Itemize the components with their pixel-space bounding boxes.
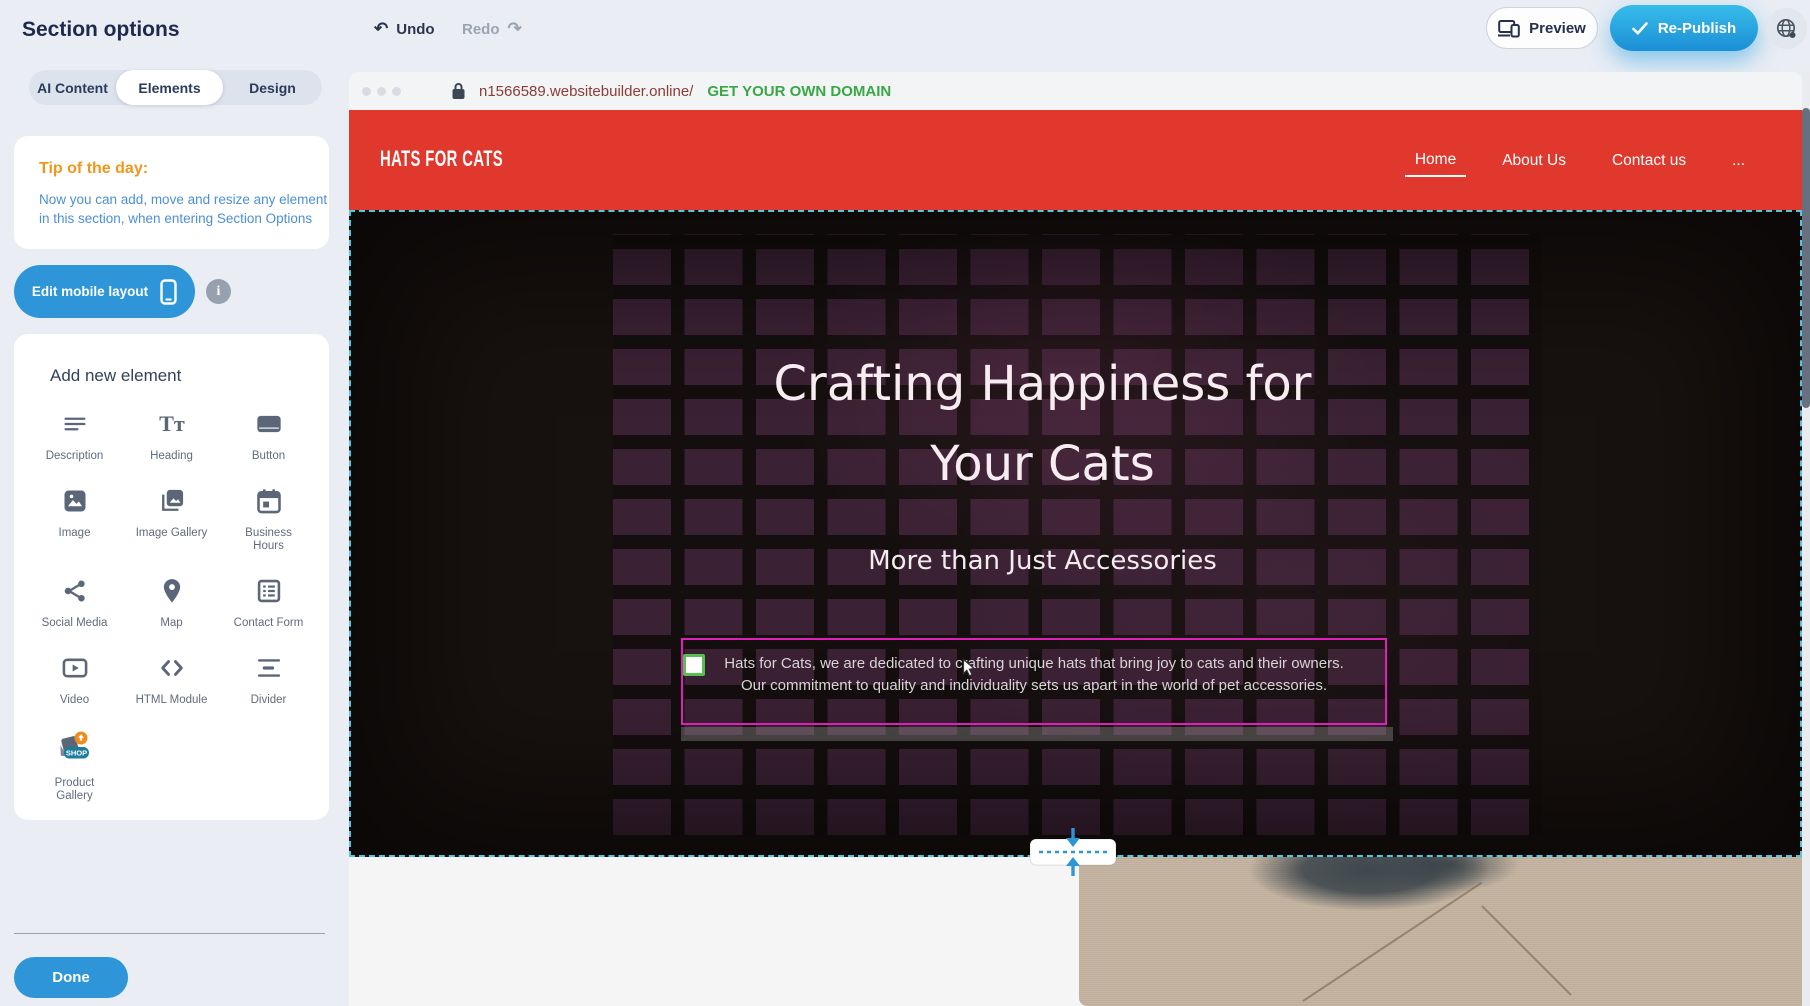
element-shadow-strip	[681, 727, 1393, 741]
selected-paragraph-element[interactable]: Hats for Cats, we are dedicated to craft…	[681, 638, 1387, 725]
add-element-description[interactable]: Description	[28, 410, 121, 463]
add-element-heading-el[interactable]: Tт Heading	[125, 410, 218, 463]
language-globe-button[interactable]	[1766, 8, 1807, 49]
divider-icon	[255, 654, 283, 687]
add-element-divider[interactable]: Divider	[222, 654, 315, 707]
add-element-button[interactable]: Button	[222, 410, 315, 463]
panel-tabs: AI Content Elements Design	[29, 70, 322, 105]
svg-text:Tт: Tт	[159, 411, 185, 436]
nav-home[interactable]: Home	[1405, 143, 1466, 177]
window-dot	[392, 87, 401, 96]
next-section	[349, 857, 1802, 1006]
description-icon	[61, 410, 89, 443]
check-icon	[1632, 22, 1648, 35]
hero-tile-background	[613, 234, 1542, 835]
preview-button-label: Preview	[1529, 20, 1586, 37]
tip-of-the-day-card: Tip of the day: Now you can add, move an…	[14, 136, 329, 249]
add-element-html-module[interactable]: HTML Module	[125, 654, 218, 707]
window-dot	[362, 87, 371, 96]
floor-photo	[1079, 857, 1802, 1006]
browser-chrome-bar: n1566589.websitebuilder.online/ GET YOUR…	[349, 72, 1802, 110]
add-element-product-gallery[interactable]: SHOP Product Gallery	[28, 731, 121, 803]
tip-body-line2: in this section, when entering Section O…	[39, 209, 329, 228]
republish-button[interactable]: Re-Publish	[1610, 5, 1758, 51]
section-resize-handle[interactable]	[1026, 828, 1120, 876]
undo-button[interactable]: Undo	[374, 19, 435, 39]
heading-icon: Tт	[158, 410, 186, 443]
selection-drag-handle[interactable]	[683, 654, 705, 676]
site-header: HATS FOR CATS Home About Us Contact us .…	[349, 110, 1802, 210]
phone-icon	[160, 279, 177, 305]
edit-mobile-layout-label: Edit mobile layout	[32, 284, 148, 299]
preview-button[interactable]: Preview	[1486, 7, 1598, 49]
hero-section-selected[interactable]: Crafting Happiness for Your Cats More th…	[349, 210, 1802, 857]
add-element-grid: Description Tт Heading Button Image Imag…	[28, 410, 315, 803]
lock-icon	[451, 82, 466, 100]
get-domain-link[interactable]: GET YOUR OWN DOMAIN	[707, 83, 891, 100]
video-icon	[61, 654, 89, 687]
html-code-icon	[158, 654, 186, 687]
nav-about-us[interactable]: About Us	[1492, 144, 1576, 176]
info-icon[interactable]	[206, 279, 231, 304]
add-element-map[interactable]: Map	[125, 577, 218, 630]
tip-heading: Tip of the day:	[39, 160, 329, 178]
image-gallery-icon	[158, 487, 186, 520]
devices-icon	[1498, 19, 1520, 38]
republish-button-label: Re-Publish	[1658, 20, 1736, 37]
tip-body-line1: Now you can add, move and resize any ele…	[39, 190, 329, 209]
preview-scrollbar[interactable]	[1802, 72, 1810, 1006]
hero-title[interactable]: Crafting Happiness for Your Cats	[351, 344, 1734, 504]
add-element-image-gallery[interactable]: Image Gallery	[125, 487, 218, 553]
nav-contact-us[interactable]: Contact us	[1602, 144, 1696, 176]
button-icon	[255, 410, 283, 443]
map-pin-icon	[158, 577, 186, 610]
nav-more[interactable]: ...	[1722, 144, 1755, 176]
business-hours-icon	[255, 487, 283, 520]
hero-paragraph-line1: Hats for Cats, we are dedicated to craft…	[711, 653, 1357, 675]
window-dots	[362, 87, 401, 96]
add-element-business-hours[interactable]: Business Hours	[222, 487, 315, 553]
add-element-image[interactable]: Image	[28, 487, 121, 553]
add-element-card: Add new element Description Tт Heading B…	[14, 334, 329, 820]
site-url[interactable]: n1566589.websitebuilder.online/	[479, 83, 693, 100]
site-logo[interactable]: HATS FOR CATS	[380, 147, 503, 173]
social-media-icon	[61, 577, 89, 610]
done-button[interactable]: Done	[14, 957, 128, 998]
edit-mobile-layout-button[interactable]: Edit mobile layout	[14, 265, 195, 318]
hero-paragraph-line2: Our commitment to quality and individual…	[711, 675, 1357, 697]
tab-elements[interactable]: Elements	[116, 70, 223, 105]
scrollbar-thumb[interactable]	[1802, 108, 1810, 408]
add-element-contact-form[interactable]: Contact Form	[222, 577, 315, 630]
image-icon	[61, 487, 89, 520]
globe-icon	[1775, 17, 1798, 40]
site-nav: Home About Us Contact us ...	[1405, 110, 1755, 210]
svg-text:SHOP: SHOP	[65, 748, 86, 757]
tab-ai-content[interactable]: AI Content	[29, 70, 116, 105]
contact-form-icon	[255, 577, 283, 610]
add-element-heading: Add new element	[50, 366, 315, 386]
product-gallery-icon: SHOP	[55, 731, 95, 770]
hero-subtitle[interactable]: More than Just Accessories	[351, 546, 1734, 576]
redo-button[interactable]: Redo	[462, 19, 522, 39]
panel-divider	[14, 933, 325, 934]
add-element-video[interactable]: Video	[28, 654, 121, 707]
window-dot	[377, 87, 386, 96]
page-title: Section options	[22, 18, 180, 42]
tab-design[interactable]: Design	[223, 70, 322, 105]
add-element-social-media[interactable]: Social Media	[28, 577, 121, 630]
